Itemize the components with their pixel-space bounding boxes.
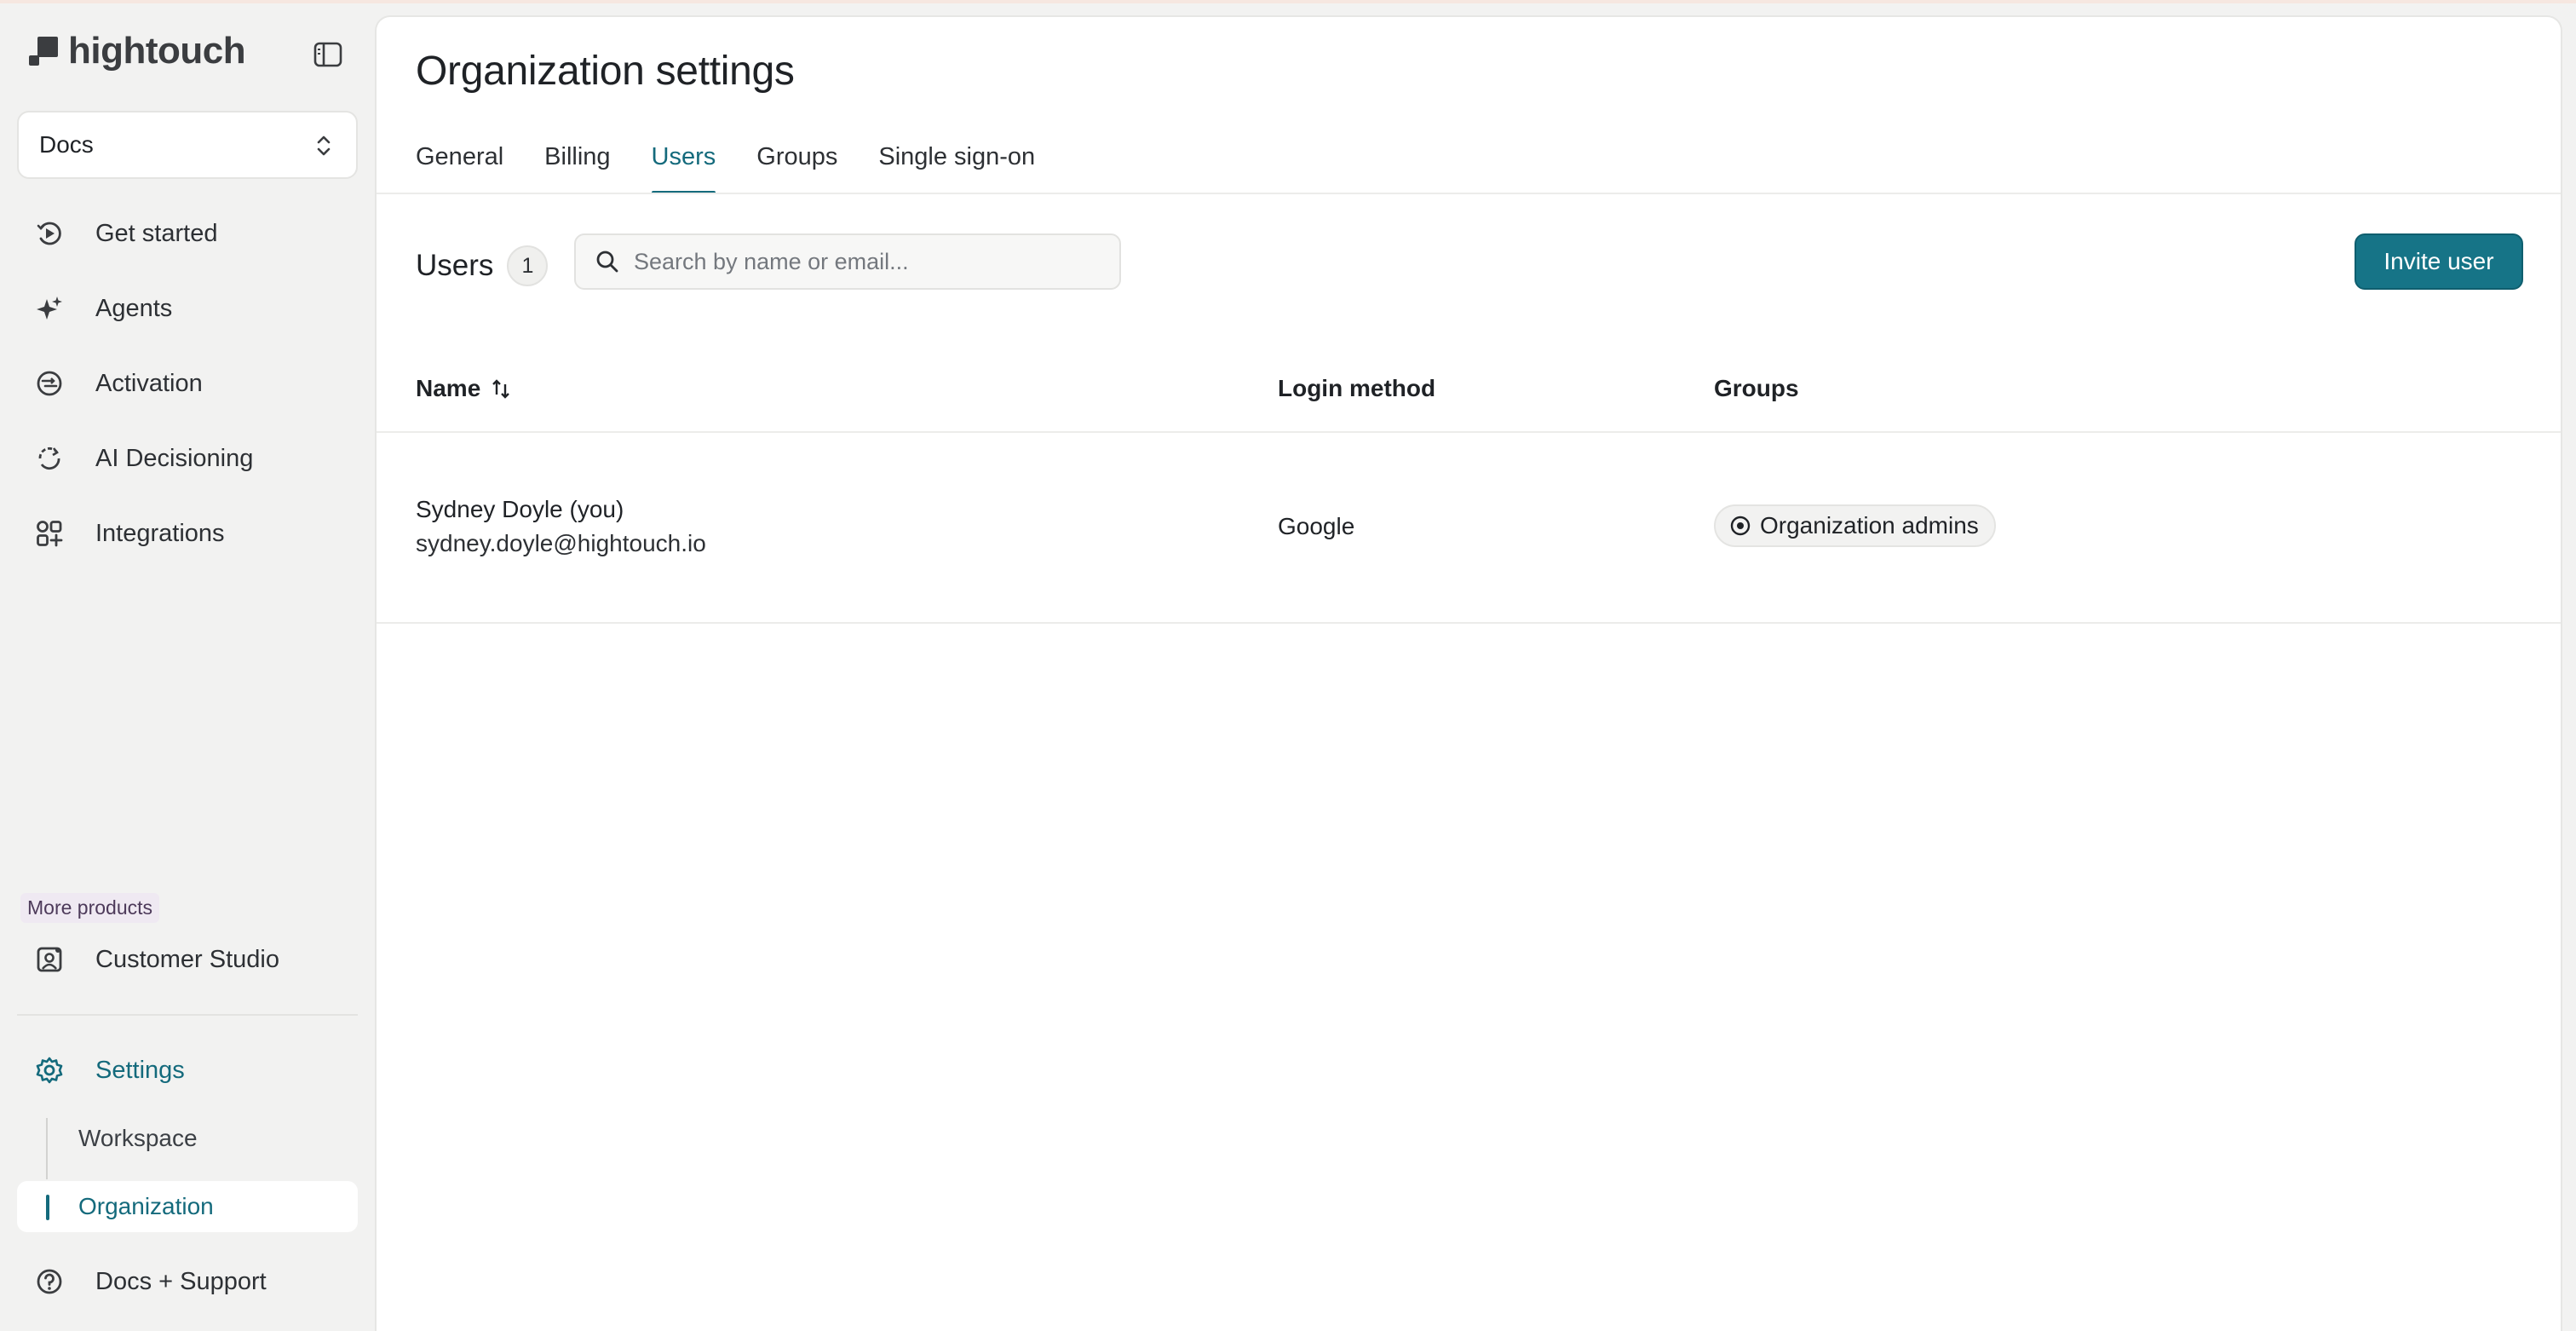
sparkle-icon <box>34 293 65 324</box>
sidebar-item-label: Get started <box>95 219 218 247</box>
user-email: sydney.doyle@hightouch.io <box>416 530 706 556</box>
brand-name: hightouch <box>68 30 246 72</box>
sidebar-item-label: Docs + Support <box>95 1267 267 1295</box>
column-header-name[interactable]: Name <box>416 375 511 402</box>
sidebar-toggle-icon[interactable] <box>313 41 342 68</box>
group-badge[interactable]: Organization admins <box>1714 504 1996 547</box>
workspace-select-value: Docs <box>39 131 94 158</box>
user-name: Sydney Doyle (you) <box>416 496 624 522</box>
hightouch-logo-icon <box>29 37 58 66</box>
tab-billing[interactable]: Billing <box>544 143 610 194</box>
table-header-divider <box>377 431 2561 433</box>
tab-general[interactable]: General <box>416 143 503 194</box>
sidebar-item-customer-studio[interactable]: Customer Studio <box>17 931 358 988</box>
sidebar-item-get-started[interactable]: Get started <box>17 205 358 262</box>
sidebar-item-label: Settings <box>95 1056 185 1084</box>
users-heading: Users <box>416 249 494 282</box>
activation-icon <box>34 368 65 399</box>
sidebar-divider <box>17 1014 358 1016</box>
sidebar-item-docs-support[interactable]: Docs + Support <box>17 1253 358 1311</box>
search-input[interactable] <box>634 248 1111 275</box>
settings-tabs: General Billing Users Groups Single sign… <box>416 143 1076 194</box>
sidebar-item-integrations[interactable]: Integrations <box>17 504 358 562</box>
users-header: Users 1 <box>416 245 549 286</box>
sidebar: hightouch Docs Get started Agents Activa… <box>0 0 375 1331</box>
column-header-label: Name <box>416 375 481 401</box>
search-box[interactable] <box>574 233 1121 290</box>
search-icon <box>595 249 620 274</box>
brand-logo[interactable]: hightouch <box>29 30 246 72</box>
help-circle-icon <box>34 1266 65 1297</box>
grid-plus-icon <box>34 518 65 549</box>
sidebar-item-label: Customer Studio <box>95 945 279 973</box>
table-row-divider <box>377 622 2561 624</box>
sidebar-item-activation[interactable]: Activation <box>17 354 358 412</box>
target-icon <box>1729 515 1751 537</box>
sort-icon[interactable] <box>491 377 511 400</box>
gear-icon <box>34 1055 65 1086</box>
get-started-icon <box>34 218 65 249</box>
column-header-login-method: Login method <box>1278 375 1436 401</box>
users-count-badge: 1 <box>507 245 549 286</box>
top-accent-line <box>0 0 2576 3</box>
tab-groups[interactable]: Groups <box>756 143 837 194</box>
customer-studio-icon <box>34 944 65 975</box>
sidebar-item-label: AI Decisioning <box>95 444 254 472</box>
tabs-divider <box>377 193 2561 194</box>
main-panel: Organization settings General Billing Us… <box>375 15 2562 1331</box>
workspace-select[interactable]: Docs <box>17 111 358 179</box>
sidebar-item-ai-decisioning[interactable]: AI Decisioning <box>17 429 358 487</box>
tab-single-sign-on[interactable]: Single sign-on <box>878 143 1035 194</box>
invite-user-button[interactable]: Invite user <box>2355 233 2523 290</box>
more-products-label: More products <box>20 893 160 923</box>
sidebar-item-agents[interactable]: Agents <box>17 279 358 337</box>
tab-users[interactable]: Users <box>651 143 716 194</box>
column-header-groups: Groups <box>1714 375 1799 401</box>
sidebar-item-label: Activation <box>95 369 203 397</box>
sidebar-subitem-organization[interactable]: Organization <box>17 1181 358 1232</box>
group-badge-label: Organization admins <box>1760 512 1979 539</box>
sidebar-item-label: Integrations <box>95 519 225 547</box>
sidebar-item-settings[interactable]: Settings <box>17 1041 358 1099</box>
refresh-icon <box>34 443 65 474</box>
user-login-method: Google <box>1278 513 1355 539</box>
chevron-up-down-icon <box>315 133 332 158</box>
sidebar-item-label: Agents <box>95 294 173 322</box>
sidebar-subitem-workspace[interactable]: Workspace <box>17 1113 358 1164</box>
page-title: Organization settings <box>416 49 795 94</box>
